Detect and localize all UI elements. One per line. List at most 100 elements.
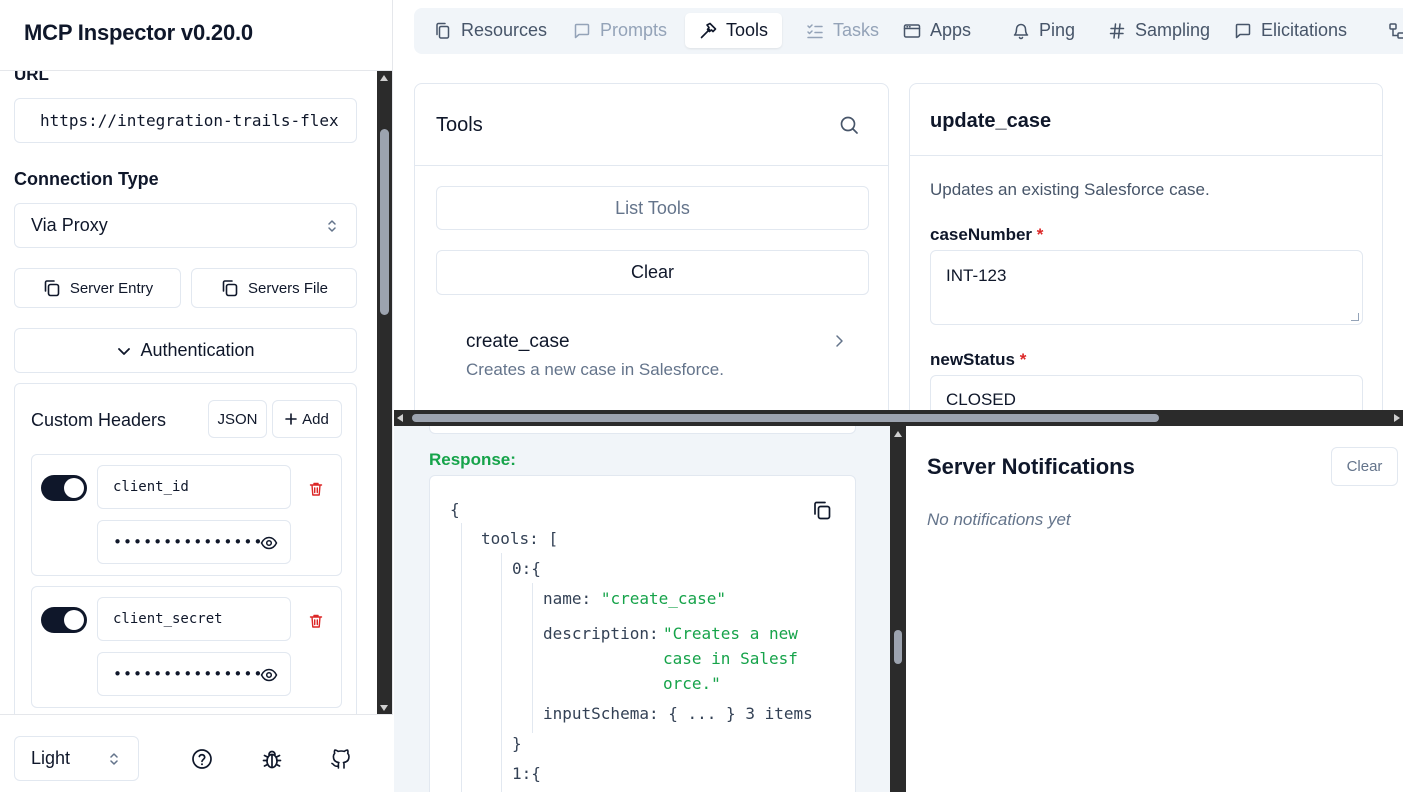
tab-label: Resources xyxy=(461,20,548,40)
eye-icon[interactable] xyxy=(260,534,278,552)
header-enabled-toggle[interactable] xyxy=(41,607,87,633)
connection-type-value: Via Proxy xyxy=(31,215,108,235)
help-circle-icon[interactable] xyxy=(191,748,213,770)
tool-detail-card: update_case Updates an existing Salesfor… xyxy=(909,83,1383,423)
sidebar-scrollbar[interactable] xyxy=(377,71,392,714)
eye-icon[interactable] xyxy=(260,666,278,684)
tab-apps[interactable]: Apps xyxy=(889,13,985,48)
servers-file-button[interactable]: Servers File xyxy=(191,268,357,308)
header-name-input[interactable]: client_id xyxy=(97,465,291,509)
header-enabled-toggle[interactable] xyxy=(41,475,87,501)
bug-icon[interactable] xyxy=(261,748,283,770)
plus-icon xyxy=(285,413,297,425)
response-json-box[interactable]: { tools: [ 0:{ name: "create_case" descr… xyxy=(429,475,856,792)
header-value-masked: •••••••••••••••• xyxy=(113,665,274,683)
main-tab-bar: Resources Prompts Tools Tasks Apps Ping xyxy=(414,8,1403,54)
scroll-left-arrow-icon[interactable] xyxy=(397,414,403,422)
tool-name: create_case xyxy=(466,331,570,352)
new-status-value: CLOSED xyxy=(946,390,1016,409)
header-row: client_id •••••••••••••••• xyxy=(31,454,342,576)
json-item-count: 3 items xyxy=(745,704,813,723)
header-value-input[interactable]: •••••••••••••••• xyxy=(97,520,291,564)
clear-tools-button[interactable]: Clear xyxy=(436,250,869,295)
tab-prompts[interactable]: Prompts xyxy=(559,13,681,48)
network-icon xyxy=(1388,22,1403,40)
list-tools-button[interactable]: List Tools xyxy=(436,186,869,230)
chevrons-up-down-icon xyxy=(108,750,120,768)
custom-headers-title: Custom Headers xyxy=(31,410,167,430)
url-value: https://integration-trails-flex xyxy=(40,111,339,130)
sidebar: MCP Inspector v0.20.0 URL https://integr… xyxy=(0,0,393,792)
panel-horizontal-scrollbar[interactable] xyxy=(394,410,1403,426)
github-icon[interactable] xyxy=(330,747,352,769)
tool-list-item[interactable]: create_case Creates a new case in Salesf… xyxy=(436,316,869,386)
json-item1-line: 1:{ xyxy=(512,764,541,783)
case-number-value: INT-123 xyxy=(946,266,1007,285)
header-name-value: client_secret xyxy=(113,611,223,627)
sidebar-scroll-thumb[interactable] xyxy=(380,129,389,315)
header-name-input[interactable]: client_secret xyxy=(97,597,291,641)
tab-resources[interactable]: Resources xyxy=(420,13,561,48)
json-punct: { xyxy=(531,764,541,783)
request-box-edge xyxy=(429,426,856,434)
theme-value: Light xyxy=(31,748,71,768)
add-header-button[interactable]: Add xyxy=(272,400,342,438)
json-description-line3: orce." xyxy=(663,674,721,693)
tab-label: Sampling xyxy=(1135,20,1211,40)
url-label: URL xyxy=(14,71,49,84)
tab-overflow[interactable] xyxy=(1374,13,1403,48)
json-input-schema-line: inputSchema: { ... } 3 items xyxy=(543,704,813,723)
authentication-toggle-button[interactable]: Authentication xyxy=(14,328,357,373)
tab-elicitations[interactable]: Elicitations xyxy=(1220,13,1361,48)
sidebar-scroll-area[interactable]: URL https://integration-trails-flex Conn… xyxy=(0,71,377,714)
message-square-icon xyxy=(1234,22,1252,40)
json-indent-guide xyxy=(532,583,533,733)
list-tools-label: List Tools xyxy=(615,197,690,218)
response-pane[interactable]: Response: { tools: [ 0:{ name: "create_c… xyxy=(394,426,890,792)
theme-select[interactable]: Light xyxy=(14,736,139,781)
json-collapsed-object[interactable]: { ... } xyxy=(668,704,735,723)
tab-tools[interactable]: Tools xyxy=(685,13,783,48)
header-value-input[interactable]: •••••••••••••••• xyxy=(97,652,291,696)
tab-sampling[interactable]: Sampling xyxy=(1094,13,1224,48)
json-description-line2: case in Salesf xyxy=(663,649,798,668)
vertical-scroll-thumb[interactable] xyxy=(894,630,902,664)
panel-vertical-scrollbar[interactable] xyxy=(890,426,906,792)
connection-type-select[interactable]: Via Proxy xyxy=(14,203,357,248)
json-item-close: } xyxy=(512,734,522,753)
scroll-right-arrow-icon[interactable] xyxy=(1394,414,1400,422)
case-number-textarea[interactable]: INT-123 xyxy=(930,250,1363,325)
json-button[interactable]: JSON xyxy=(208,400,267,438)
search-icon[interactable] xyxy=(839,115,859,135)
scroll-up-arrow-icon[interactable] xyxy=(894,431,902,437)
chevron-right-icon xyxy=(833,334,845,348)
json-description-line1: "Creates a new xyxy=(663,624,798,643)
message-square-icon xyxy=(573,22,591,40)
url-input[interactable]: https://integration-trails-flex xyxy=(14,98,357,143)
file-copy-icon xyxy=(434,22,452,40)
horizontal-scroll-thumb[interactable] xyxy=(412,414,1159,422)
json-punct: { xyxy=(531,559,541,578)
scroll-down-arrow-icon[interactable] xyxy=(380,705,388,711)
required-asterisk: * xyxy=(1036,225,1044,244)
scroll-up-arrow-icon[interactable] xyxy=(380,75,388,81)
tab-label: Ping xyxy=(1039,20,1076,40)
resize-handle-icon[interactable] xyxy=(1351,313,1359,321)
tool-description: Creates a new case in Salesforce. xyxy=(466,360,724,379)
server-entry-button[interactable]: Server Entry xyxy=(14,268,181,308)
tab-ping[interactable]: Ping xyxy=(998,13,1089,48)
trash-icon[interactable] xyxy=(308,481,324,497)
server-entry-label: Server Entry xyxy=(69,279,154,297)
trash-icon[interactable] xyxy=(308,613,324,629)
clear-notifications-button[interactable]: Clear xyxy=(1331,447,1398,486)
tab-label: Elicitations xyxy=(1261,20,1348,40)
json-name-line: name: "create_case" xyxy=(543,589,726,608)
json-tools-line: tools: [ xyxy=(481,529,558,548)
copy-icon[interactable] xyxy=(811,499,833,521)
add-header-label: Add xyxy=(302,410,329,428)
response-label: Response: xyxy=(429,450,516,469)
hash-icon xyxy=(1108,22,1126,40)
tool-detail-header: update_case xyxy=(910,84,1382,156)
tab-tasks[interactable]: Tasks xyxy=(792,13,893,48)
sidebar-header: MCP Inspector v0.20.0 xyxy=(0,0,393,71)
